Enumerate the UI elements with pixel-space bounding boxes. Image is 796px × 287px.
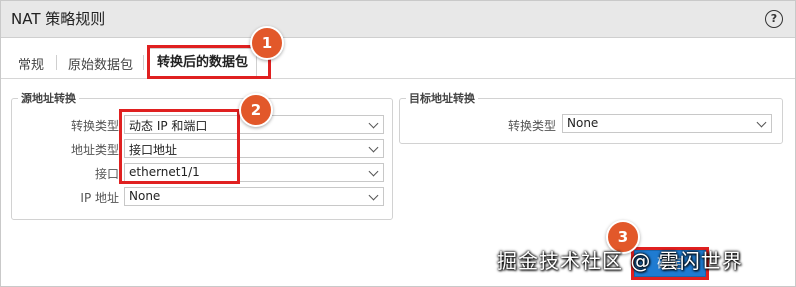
watermark-text: 掘金技术社区 @ 雲闪世界 bbox=[497, 249, 743, 273]
dest-translation-type-label: 转换类型 bbox=[507, 119, 556, 133]
dialog-title: NAT 策略规则 bbox=[11, 10, 106, 28]
tab-bar: 常规 原始数据包 转换后的数据包 bbox=[1, 48, 795, 79]
step-badge-2: 2 bbox=[239, 93, 273, 127]
help-icon[interactable]: ? bbox=[765, 10, 783, 28]
annotation-box-fields bbox=[119, 109, 240, 184]
chevron-down-icon bbox=[368, 166, 379, 177]
nat-policy-dialog: NAT 策略规则 ? 常规 原始数据包 转换后的数据包 1 源地址转换 转换类型… bbox=[0, 0, 796, 287]
chevron-down-icon bbox=[368, 190, 379, 201]
tab-divider bbox=[143, 55, 144, 70]
translation-type-label: 转换类型 bbox=[70, 119, 119, 133]
chevron-down-icon bbox=[368, 118, 379, 129]
interface-label: 接口 bbox=[94, 167, 119, 181]
dest-translation-type-select[interactable]: None bbox=[562, 114, 772, 133]
address-type-label: 地址类型 bbox=[70, 143, 119, 157]
destination-translation-legend: 目标地址转换 bbox=[406, 90, 478, 106]
ip-address-value: None bbox=[129, 189, 161, 203]
destination-translation-group: 目标地址转换 转换类型 None bbox=[399, 90, 783, 144]
tab-divider bbox=[56, 55, 57, 70]
ip-address-select[interactable]: None bbox=[124, 187, 384, 206]
chevron-down-icon bbox=[756, 117, 767, 128]
tab-original-packet[interactable]: 原始数据包 bbox=[68, 54, 133, 73]
step-badge-1: 1 bbox=[250, 26, 284, 60]
source-translation-legend: 源地址转换 bbox=[18, 90, 79, 106]
title-bar: NAT 策略规则 ? bbox=[1, 1, 795, 38]
tab-general[interactable]: 常规 bbox=[18, 54, 44, 73]
ip-address-label: IP 地址 bbox=[80, 191, 119, 205]
chevron-down-icon bbox=[368, 142, 379, 153]
dest-translation-type-value: None bbox=[567, 116, 599, 130]
